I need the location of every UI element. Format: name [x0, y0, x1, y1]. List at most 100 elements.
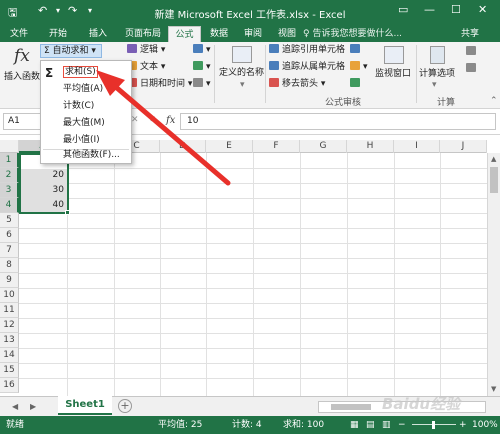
- column-header[interactable]: H: [347, 140, 394, 153]
- tab-formulas[interactable]: 公式: [168, 26, 201, 42]
- menu-item-min[interactable]: 最小值(I): [41, 132, 131, 148]
- row-header[interactable]: 1: [0, 153, 19, 168]
- scroll-down-icon[interactable]: ▼: [491, 385, 496, 393]
- page-layout-view-icon[interactable]: ▤: [366, 416, 375, 434]
- define-name-button[interactable]: 定义的名称: [219, 67, 264, 79]
- group-divider: [265, 45, 266, 103]
- row-header[interactable]: 8: [0, 258, 19, 273]
- cell-a3[interactable]: 30: [21, 183, 67, 198]
- next-sheet-icon[interactable]: ▶: [30, 402, 36, 411]
- calc-sheet-icon[interactable]: [466, 63, 479, 75]
- tab-view[interactable]: 视图: [271, 26, 303, 42]
- calculation-group-label: 计算: [437, 98, 456, 108]
- sheet-tab-sheet1[interactable]: Sheet1: [58, 396, 112, 415]
- cancel-icon[interactable]: ✕: [131, 115, 139, 125]
- remove-arrows-button[interactable]: 移去箭头 ▾: [269, 78, 325, 90]
- group-divider: [416, 45, 417, 103]
- row-header[interactable]: 14: [0, 348, 19, 363]
- fx-icon[interactable]: fx: [166, 115, 175, 126]
- row-header[interactable]: 16: [0, 378, 19, 393]
- row-header[interactable]: 7: [0, 243, 19, 258]
- maximize-icon[interactable]: ☐: [451, 3, 461, 16]
- autosum-button[interactable]: Σ 自动求和 ▾: [40, 44, 102, 58]
- tell-me-search[interactable]: ♀ 告诉我您想要做什么...: [303, 27, 402, 41]
- scroll-up-icon[interactable]: ▲: [491, 155, 496, 163]
- logical-button[interactable]: 逻辑 ▾: [127, 44, 165, 56]
- column-header[interactable]: J: [440, 140, 487, 153]
- share-button[interactable]: 共享: [461, 27, 479, 41]
- row-header[interactable]: 4: [0, 198, 19, 213]
- lookup-button[interactable]: ▾: [193, 44, 211, 56]
- formula-input[interactable]: 10: [180, 113, 496, 130]
- row-header[interactable]: 9: [0, 273, 19, 288]
- row-header[interactable]: 15: [0, 363, 19, 378]
- tab-page-layout[interactable]: 页面布局: [118, 26, 168, 42]
- show-formulas-icon[interactable]: [350, 44, 363, 56]
- menu-item-average[interactable]: 平均值(A): [41, 81, 131, 97]
- calc-now-icon[interactable]: [466, 46, 479, 58]
- row-header[interactable]: 5: [0, 213, 19, 228]
- error-checking-icon[interactable]: ▾: [350, 61, 368, 73]
- tab-home[interactable]: 开始: [38, 26, 78, 42]
- normal-view-icon[interactable]: ▦: [350, 416, 359, 434]
- collapse-ribbon-icon[interactable]: ⌃: [490, 95, 498, 107]
- tab-data[interactable]: 数据: [203, 26, 235, 42]
- menu-item-count[interactable]: 计数(C): [41, 98, 131, 114]
- insert-function-button[interactable]: 插入函数: [4, 69, 40, 82]
- zoom-level[interactable]: 100%: [472, 416, 498, 434]
- datetime-button[interactable]: 日期和时间 ▾: [127, 78, 192, 90]
- row-header[interactable]: 12: [0, 318, 19, 333]
- title-bar: 🖫 ↶ ▾ ↷ ▾ 新建 Microsoft Excel 工作表.xlsx - …: [0, 0, 500, 24]
- trace-precedents-button[interactable]: 追踪引用单元格: [269, 44, 345, 56]
- trace-dependents-button[interactable]: 追踪从属单元格: [269, 61, 345, 73]
- more-functions-button[interactable]: ▾: [193, 78, 211, 90]
- menu-item-sum[interactable]: Σ 求和(S): [41, 64, 131, 80]
- vertical-scroll-thumb[interactable]: [490, 167, 498, 193]
- column-header[interactable]: D: [160, 140, 206, 153]
- page-break-view-icon[interactable]: ▥: [382, 416, 391, 434]
- row-header[interactable]: 11: [0, 303, 19, 318]
- autosum-dropdown-menu: Σ 求和(S) 平均值(A) 计数(C) 最大值(M) 最小值(I) 其他函数(F…: [40, 60, 132, 164]
- menu-item-max[interactable]: 最大值(M): [41, 115, 131, 131]
- vertical-scrollbar[interactable]: ▲ ▼: [487, 153, 500, 396]
- prev-sheet-icon[interactable]: ◀: [12, 402, 18, 411]
- calculator-icon: [430, 46, 445, 64]
- close-icon[interactable]: ✕: [478, 3, 487, 16]
- ribbon-display-icon[interactable]: ▭: [398, 3, 408, 16]
- menu-item-more-functions[interactable]: 其他函数(F)...: [41, 147, 131, 163]
- select-all-button[interactable]: [0, 140, 19, 153]
- zoom-in-icon[interactable]: +: [459, 416, 467, 434]
- group-divider: [214, 45, 215, 103]
- insert-function-icon[interactable]: fx: [14, 46, 30, 66]
- zoom-out-icon[interactable]: −: [398, 416, 406, 434]
- tab-file[interactable]: 文件: [2, 26, 36, 42]
- watch-window-icon: [384, 46, 404, 64]
- tab-review[interactable]: 审阅: [237, 26, 269, 42]
- column-header[interactable]: E: [206, 140, 253, 153]
- row-header[interactable]: 10: [0, 288, 19, 303]
- horizontal-scroll-thumb[interactable]: [331, 404, 371, 410]
- row-header[interactable]: 2: [0, 168, 19, 183]
- watch-window-button[interactable]: 监视窗口: [375, 68, 411, 80]
- add-sheet-icon[interactable]: +: [118, 399, 132, 413]
- sigma-icon: Σ: [45, 66, 54, 80]
- autosum-label: Σ 自动求和: [44, 46, 89, 56]
- evaluate-formula-icon[interactable]: [350, 78, 363, 90]
- row-header[interactable]: 3: [0, 183, 19, 198]
- column-header[interactable]: I: [394, 140, 440, 153]
- tab-insert[interactable]: 插入: [78, 26, 118, 42]
- minimize-icon[interactable]: —: [424, 3, 435, 16]
- worksheet-grid[interactable]: A B C D E F G H I J 20 30 40 1 2 3 4 5 6: [0, 140, 500, 396]
- math-button[interactable]: ▾: [193, 61, 211, 73]
- cell-a4[interactable]: 40: [21, 198, 67, 213]
- row-header[interactable]: 6: [0, 228, 19, 243]
- row-header[interactable]: 13: [0, 333, 19, 348]
- enter-icon[interactable]: ✓: [149, 115, 157, 125]
- column-header[interactable]: G: [300, 140, 347, 153]
- column-header[interactable]: F: [253, 140, 300, 153]
- cell-a2[interactable]: 20: [21, 168, 67, 183]
- ribbon-tabs: 文件 开始 插入 页面布局 公式 数据 审阅 视图 ♀ 告诉我您想要做什么...…: [0, 24, 500, 42]
- zoom-slider-thumb[interactable]: [432, 421, 435, 429]
- text-button[interactable]: 文本 ▾: [127, 61, 165, 73]
- calc-options-button[interactable]: 计算选项: [419, 68, 455, 80]
